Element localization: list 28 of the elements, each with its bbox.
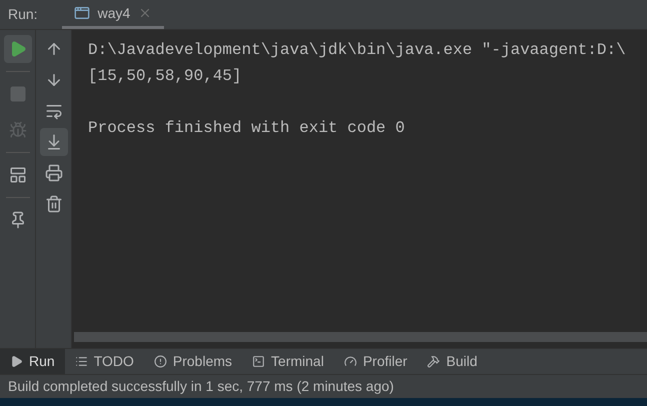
terminal-icon: [252, 355, 266, 368]
console-line: Process finished with exit code 0: [88, 119, 405, 137]
tool-window-tab[interactable]: Profiler: [334, 349, 418, 374]
horizontal-scrollbar[interactable]: [74, 332, 647, 342]
printer-icon: [44, 164, 62, 182]
scroll-to-end-button[interactable]: [40, 128, 68, 156]
list-icon: [74, 355, 88, 368]
trash-icon: [44, 195, 62, 213]
hammer-icon: [427, 355, 440, 368]
play-icon: [10, 355, 23, 368]
tool-window-tab[interactable]: TODO: [64, 349, 144, 374]
console-line: [15,50,58,90,45]: [88, 67, 242, 85]
tool-window-tab[interactable]: Problems: [144, 349, 242, 374]
tool-window-tab[interactable]: Terminal: [242, 349, 334, 374]
wrap-icon: [44, 102, 62, 120]
tool-window-tab[interactable]: Build: [417, 349, 488, 374]
play-button[interactable]: [4, 35, 32, 63]
run-label: Run:: [7, 5, 39, 24]
stop-icon: [8, 85, 26, 103]
gauge-icon: [344, 355, 357, 368]
alert-icon: [154, 355, 167, 368]
tool-window-tab[interactable]: Run: [0, 349, 65, 374]
bug-icon: [8, 121, 26, 139]
tab-title: way4: [98, 4, 130, 23]
console-line: D:\Javadevelopment\java\jdk\bin\java.exe "-javaagent:D:\: [88, 41, 626, 59]
window-icon: [74, 5, 90, 21]
layout-icon: [8, 166, 26, 184]
status-message: Build completed successfully in 1 sec, 777 ms (2 minutes ago): [8, 377, 394, 396]
